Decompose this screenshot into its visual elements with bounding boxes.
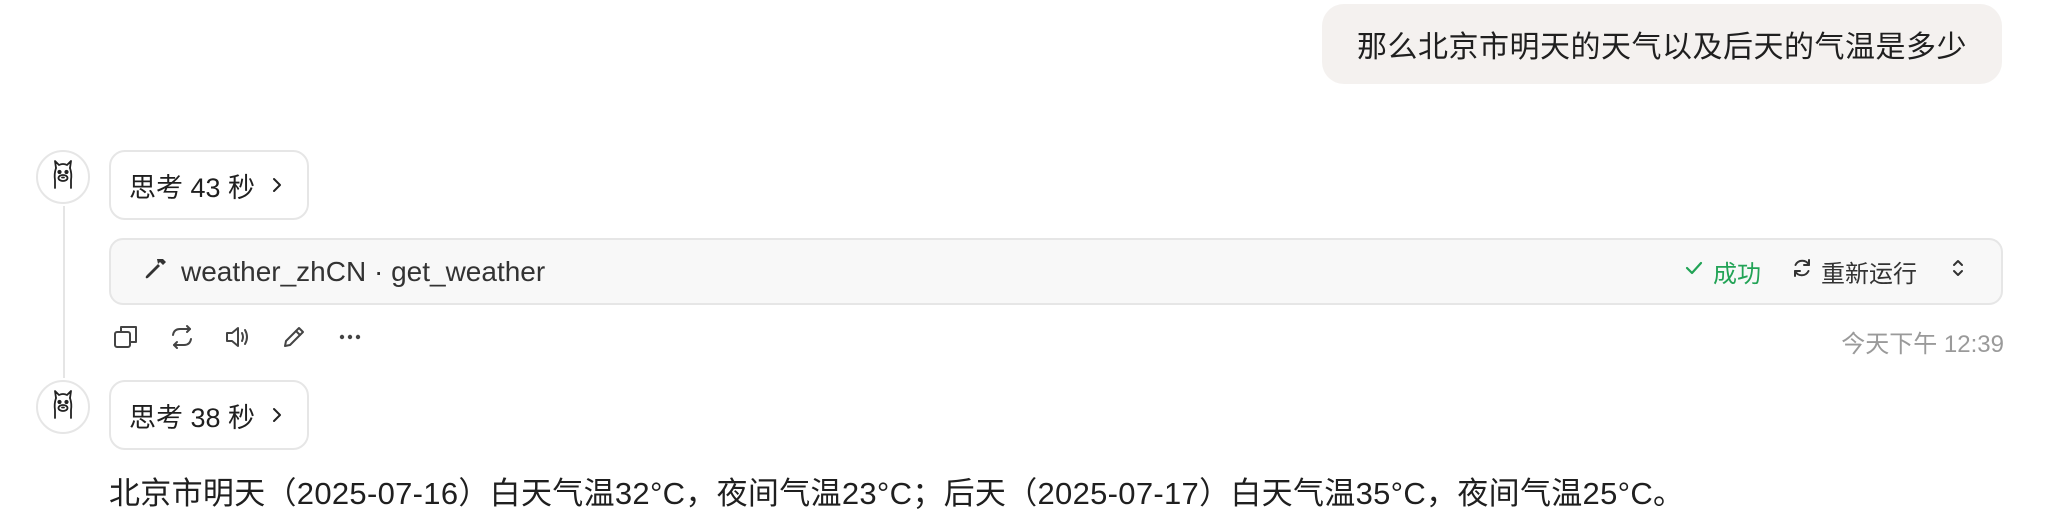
hammer-icon [143,255,169,288]
copy-icon[interactable] [109,320,143,354]
assistant-avatar [36,150,90,204]
chevron-up-down-icon [1949,256,1967,287]
chevron-right-icon [269,407,285,423]
user-message-bubble: 那么北京市明天的天气以及后天的气温是多少 [1322,4,2002,84]
refresh-icon [1791,257,1813,286]
timeline-connector [63,206,65,378]
tool-call-name: weather_zhCN · get_weather [181,255,546,287]
read-aloud-icon[interactable] [221,320,255,354]
tool-status-badge: 成功 [1683,254,1761,289]
assistant-answer-text: 北京市明天（2025-07-16）白天气温32°C，夜间气温23°C；后天（20… [109,476,1685,511]
llama-icon [46,158,80,197]
message-actions [109,320,367,354]
thinking-toggle[interactable]: 思考 43 秒 [109,150,310,220]
tool-status-text: 成功 [1713,261,1761,288]
llama-icon [46,388,80,427]
thinking-label: 思考 38 秒 [129,402,256,433]
regenerate-icon[interactable] [165,320,199,354]
checkmark-icon [1683,257,1705,286]
rerun-label: 重新运行 [1821,261,1917,288]
chevron-right-icon [269,177,285,193]
user-message-text: 那么北京市明天的天气以及后天的气温是多少 [1357,31,1967,64]
expand-collapse-toggle[interactable] [1947,259,1969,285]
more-icon[interactable] [333,320,367,354]
tool-call-panel[interactable]: weather_zhCN · get_weather 成功 重新运行 [109,238,2003,305]
rerun-button[interactable]: 重新运行 [1791,254,1917,289]
message-timestamp: 今天下午 12:39 [1841,331,2004,358]
thinking-label: 思考 43 秒 [129,172,256,203]
thinking-toggle[interactable]: 思考 38 秒 [109,380,310,450]
assistant-avatar [36,380,90,434]
edit-icon[interactable] [277,320,311,354]
